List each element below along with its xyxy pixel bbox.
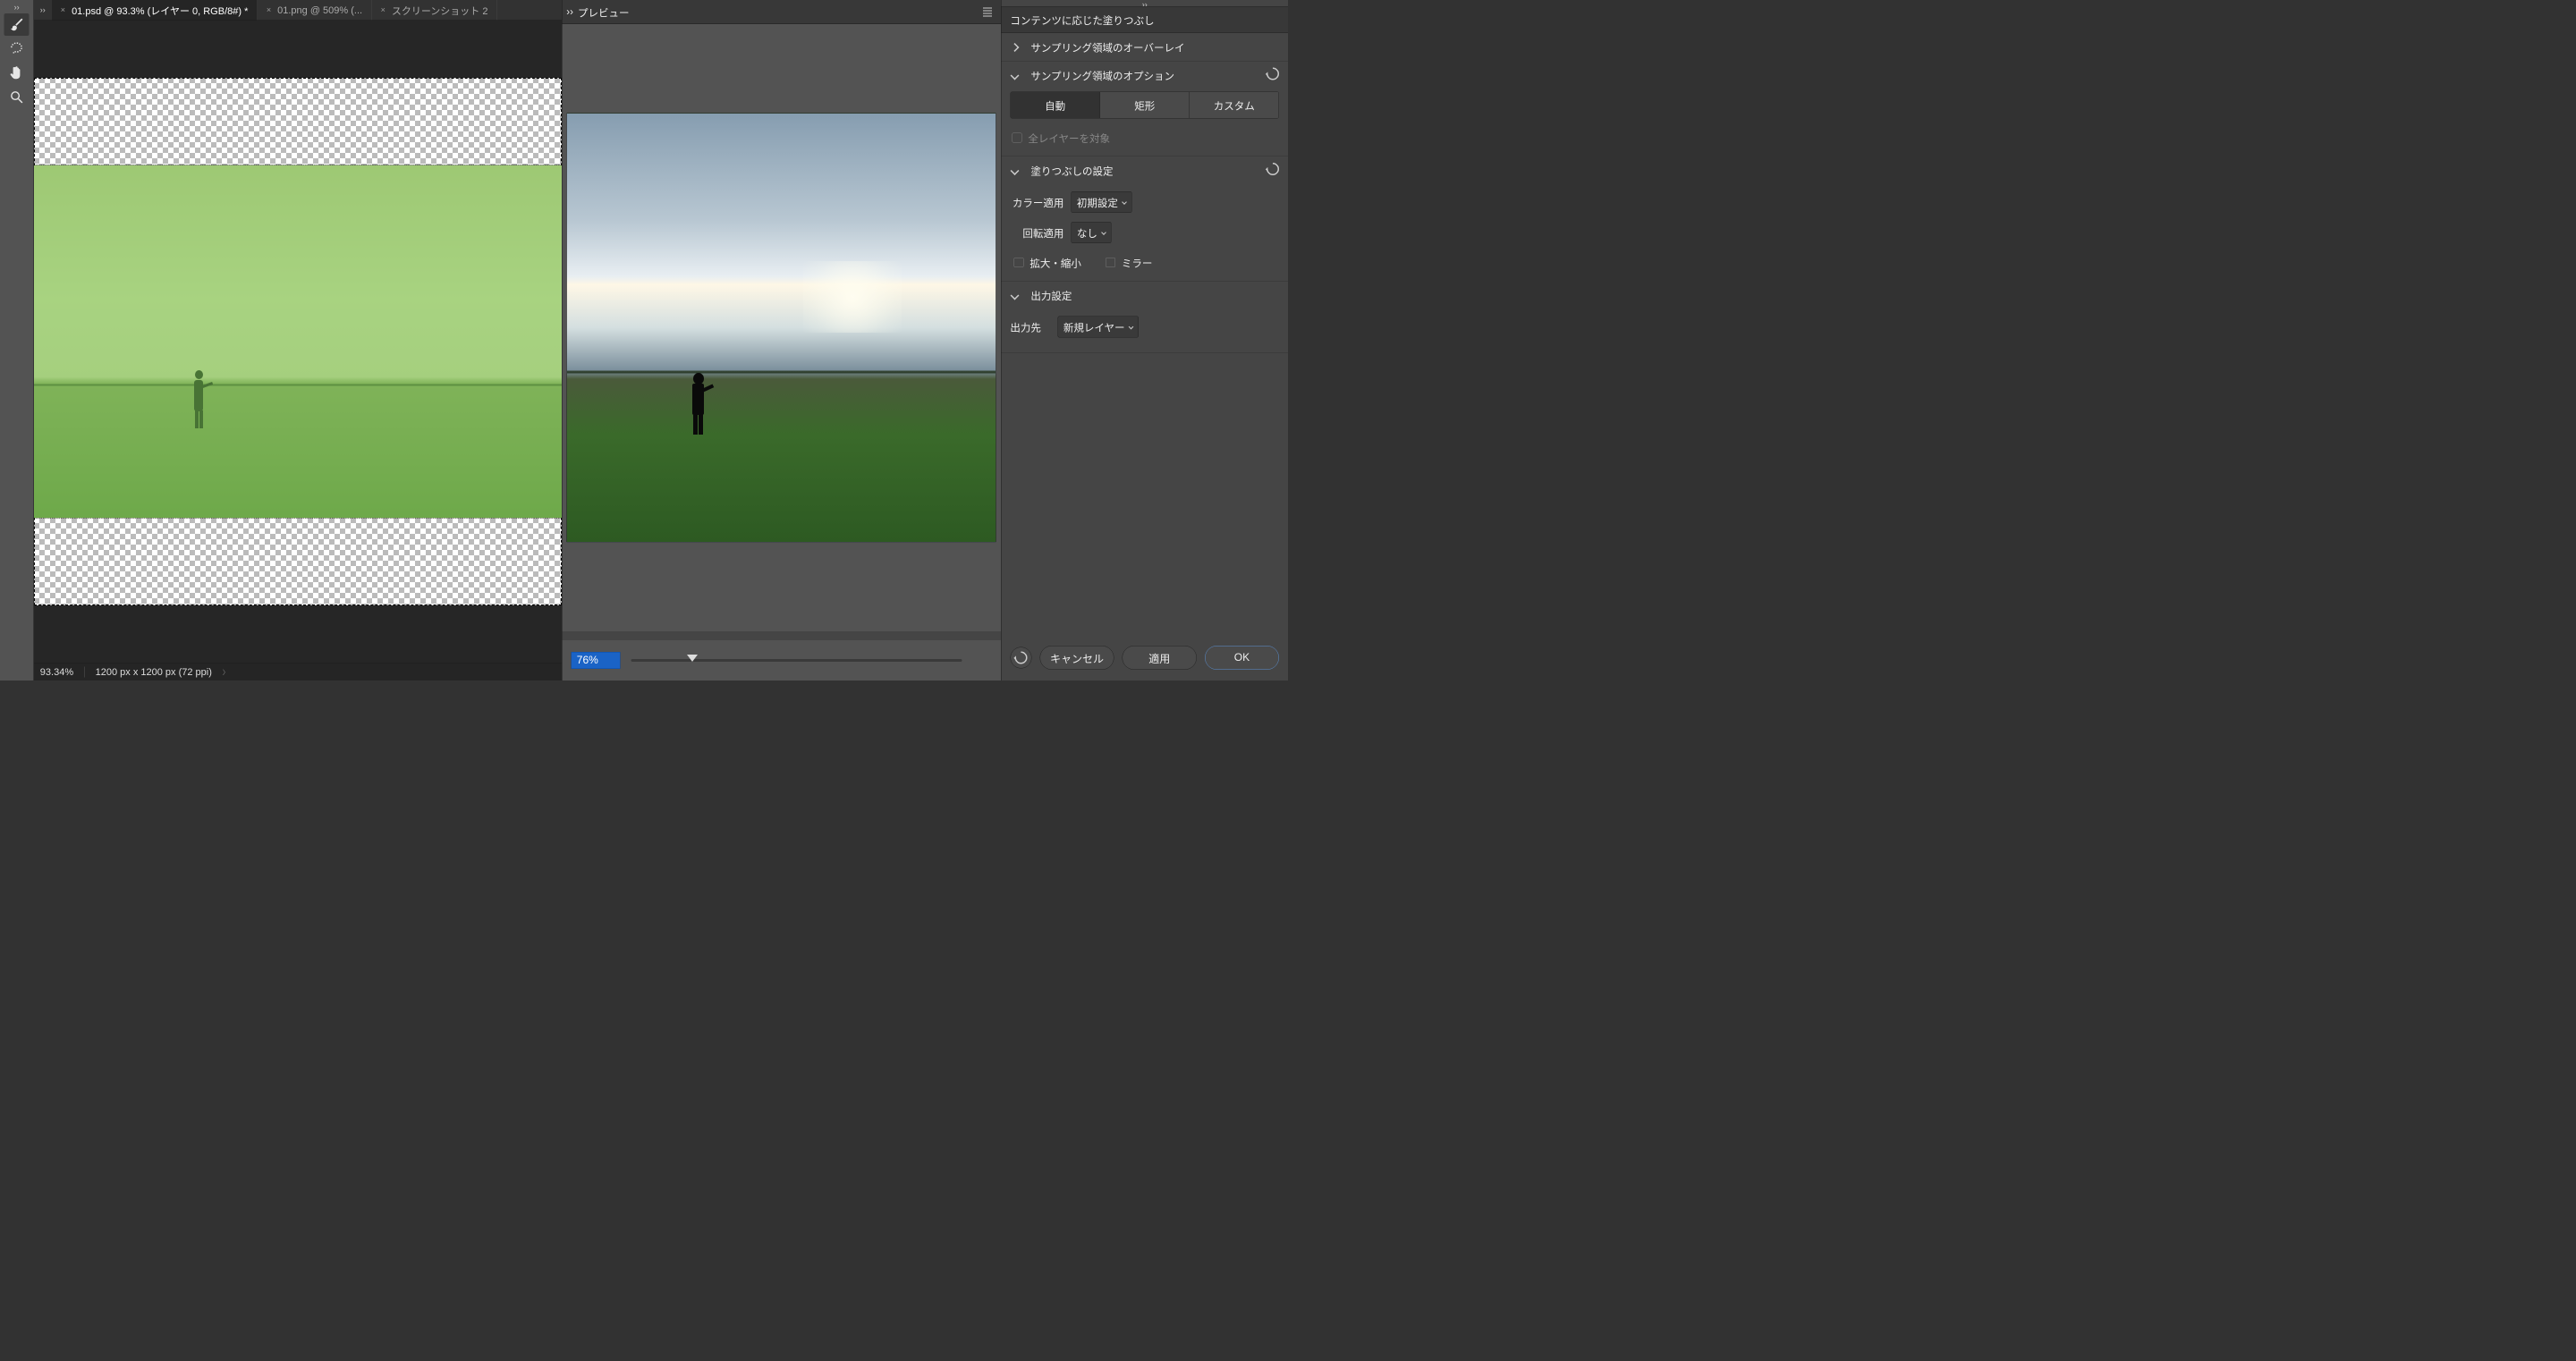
- mirror-label: ミラー: [1122, 255, 1153, 270]
- status-bar: 93.34% 1200 px x 1200 px (72 ppi) 〉: [34, 663, 562, 680]
- document-tab[interactable]: × 01.psd @ 93.3% (レイヤー 0, RGB/8#) *: [52, 0, 258, 21]
- cancel-button[interactable]: キャンセル: [1039, 646, 1114, 670]
- chevron-down-icon: [1010, 71, 1019, 80]
- close-icon[interactable]: ×: [267, 5, 271, 15]
- reset-button[interactable]: [1267, 163, 1279, 178]
- seg-auto[interactable]: 自動: [1011, 92, 1100, 118]
- main-area: ›› × 01.psd @ 93.3% (レイヤー 0, RGB/8#) * ×…: [34, 0, 562, 680]
- chevron-down-icon: [1101, 230, 1106, 235]
- output-dest-label: 出力先: [1010, 319, 1050, 334]
- section-overlay-header[interactable]: サンプリング領域のオーバーレイ: [1001, 33, 1288, 61]
- chevron-right-icon: [1010, 43, 1019, 52]
- tabs-expand-icon[interactable]: ››: [34, 0, 52, 21]
- reset-icon: [1264, 65, 1282, 83]
- preview-title: プレビュー: [578, 4, 983, 20]
- section-output-header[interactable]: 出力設定: [1001, 282, 1288, 309]
- close-icon[interactable]: ×: [61, 5, 65, 15]
- scale-label: 拡大・縮小: [1030, 255, 1081, 270]
- tab-label: スクリーンショット 2: [392, 3, 488, 17]
- chevron-down-icon: [1010, 166, 1019, 175]
- lasso-icon: [9, 41, 24, 56]
- section-fill-header[interactable]: 塗りつぶしの設定: [1001, 156, 1288, 184]
- sidebar-title: コンテンツに応じた塗りつぶし: [1001, 6, 1288, 33]
- reset-button[interactable]: [1267, 68, 1279, 83]
- chevron-down-icon: [1010, 291, 1019, 300]
- color-adapt-select[interactable]: 初期設定: [1071, 191, 1131, 213]
- document-canvas: [34, 78, 562, 605]
- reset-icon: [1264, 160, 1282, 178]
- panel-menu-icon[interactable]: [983, 7, 992, 16]
- revert-button[interactable]: [1010, 647, 1031, 669]
- toolbar-expand-icon[interactable]: ››: [0, 3, 33, 8]
- preview-canvas[interactable]: [562, 24, 1001, 631]
- doc-dimensions: 1200 px x 1200 px (72 ppi): [96, 666, 212, 678]
- canvas-area[interactable]: [34, 21, 562, 663]
- document-tab[interactable]: × 01.png @ 509% (...: [258, 0, 372, 21]
- lasso-tool[interactable]: [4, 38, 30, 60]
- reset-icon: [1012, 649, 1030, 667]
- mirror-checkbox[interactable]: [1106, 258, 1115, 267]
- ok-button[interactable]: OK: [1205, 646, 1279, 670]
- all-layers-checkbox[interactable]: [1012, 133, 1021, 143]
- chevron-down-icon: [1129, 325, 1134, 330]
- slider-thumb-icon[interactable]: [687, 655, 698, 662]
- rotation-adapt-label: 回転適用: [1010, 225, 1063, 241]
- output-dest-select[interactable]: 新規レイヤー: [1057, 317, 1139, 338]
- section-options-header[interactable]: サンプリング領域のオプション: [1001, 62, 1288, 89]
- photo-layer: [34, 165, 562, 519]
- sampling-mode-segment: 自動 矩形 カスタム: [1010, 92, 1279, 119]
- preview-image: [567, 114, 996, 543]
- brush-tool[interactable]: [4, 13, 30, 36]
- apply-button[interactable]: 適用: [1123, 646, 1197, 670]
- tab-label: 01.psd @ 93.3% (レイヤー 0, RGB/8#) *: [72, 3, 248, 17]
- preview-scrollbar[interactable]: [562, 631, 1001, 640]
- rotation-adapt-select[interactable]: なし: [1071, 222, 1111, 243]
- preview-panel: ›› プレビュー 76%: [562, 0, 1001, 680]
- close-icon[interactable]: ×: [381, 5, 386, 15]
- seg-custom[interactable]: カスタム: [1190, 92, 1279, 118]
- scale-checkbox[interactable]: [1013, 258, 1023, 267]
- hand-tool[interactable]: [4, 62, 30, 84]
- section-label: 塗りつぶしの設定: [1030, 163, 1113, 178]
- preview-zoom-input[interactable]: 76%: [571, 652, 620, 669]
- preview-zoom-slider[interactable]: [631, 659, 962, 662]
- sidebar-expand-icon[interactable]: ››: [1001, 0, 1288, 6]
- toolbar: ››: [0, 0, 34, 680]
- sampling-overlay: [34, 165, 562, 518]
- document-tab[interactable]: × スクリーンショット 2: [372, 0, 497, 21]
- chevron-down-icon: [1122, 199, 1127, 205]
- section-label: サンプリング領域のオプション: [1030, 68, 1174, 83]
- section-label: 出力設定: [1030, 288, 1072, 303]
- zoom-tool[interactable]: [4, 86, 30, 108]
- document-tabs: ›› × 01.psd @ 93.3% (レイヤー 0, RGB/8#) * ×…: [34, 0, 562, 21]
- section-label: サンプリング領域のオーバーレイ: [1030, 39, 1184, 55]
- hand-icon: [9, 65, 24, 80]
- zoom-readout[interactable]: 93.34%: [40, 666, 73, 678]
- brush-icon: [9, 17, 24, 32]
- person-silhouette: [688, 368, 708, 435]
- panel-expand-icon[interactable]: ››: [566, 6, 573, 19]
- magnifier-icon: [9, 89, 24, 105]
- color-adapt-label: カラー適用: [1010, 195, 1063, 210]
- all-layers-label: 全レイヤーを対象: [1028, 131, 1110, 146]
- seg-rect[interactable]: 矩形: [1100, 92, 1190, 118]
- tab-label: 01.png @ 509% (...: [277, 4, 362, 16]
- options-sidebar: ›› コンテンツに応じた塗りつぶし サンプリング領域のオーバーレイ サンプリング…: [1001, 0, 1288, 680]
